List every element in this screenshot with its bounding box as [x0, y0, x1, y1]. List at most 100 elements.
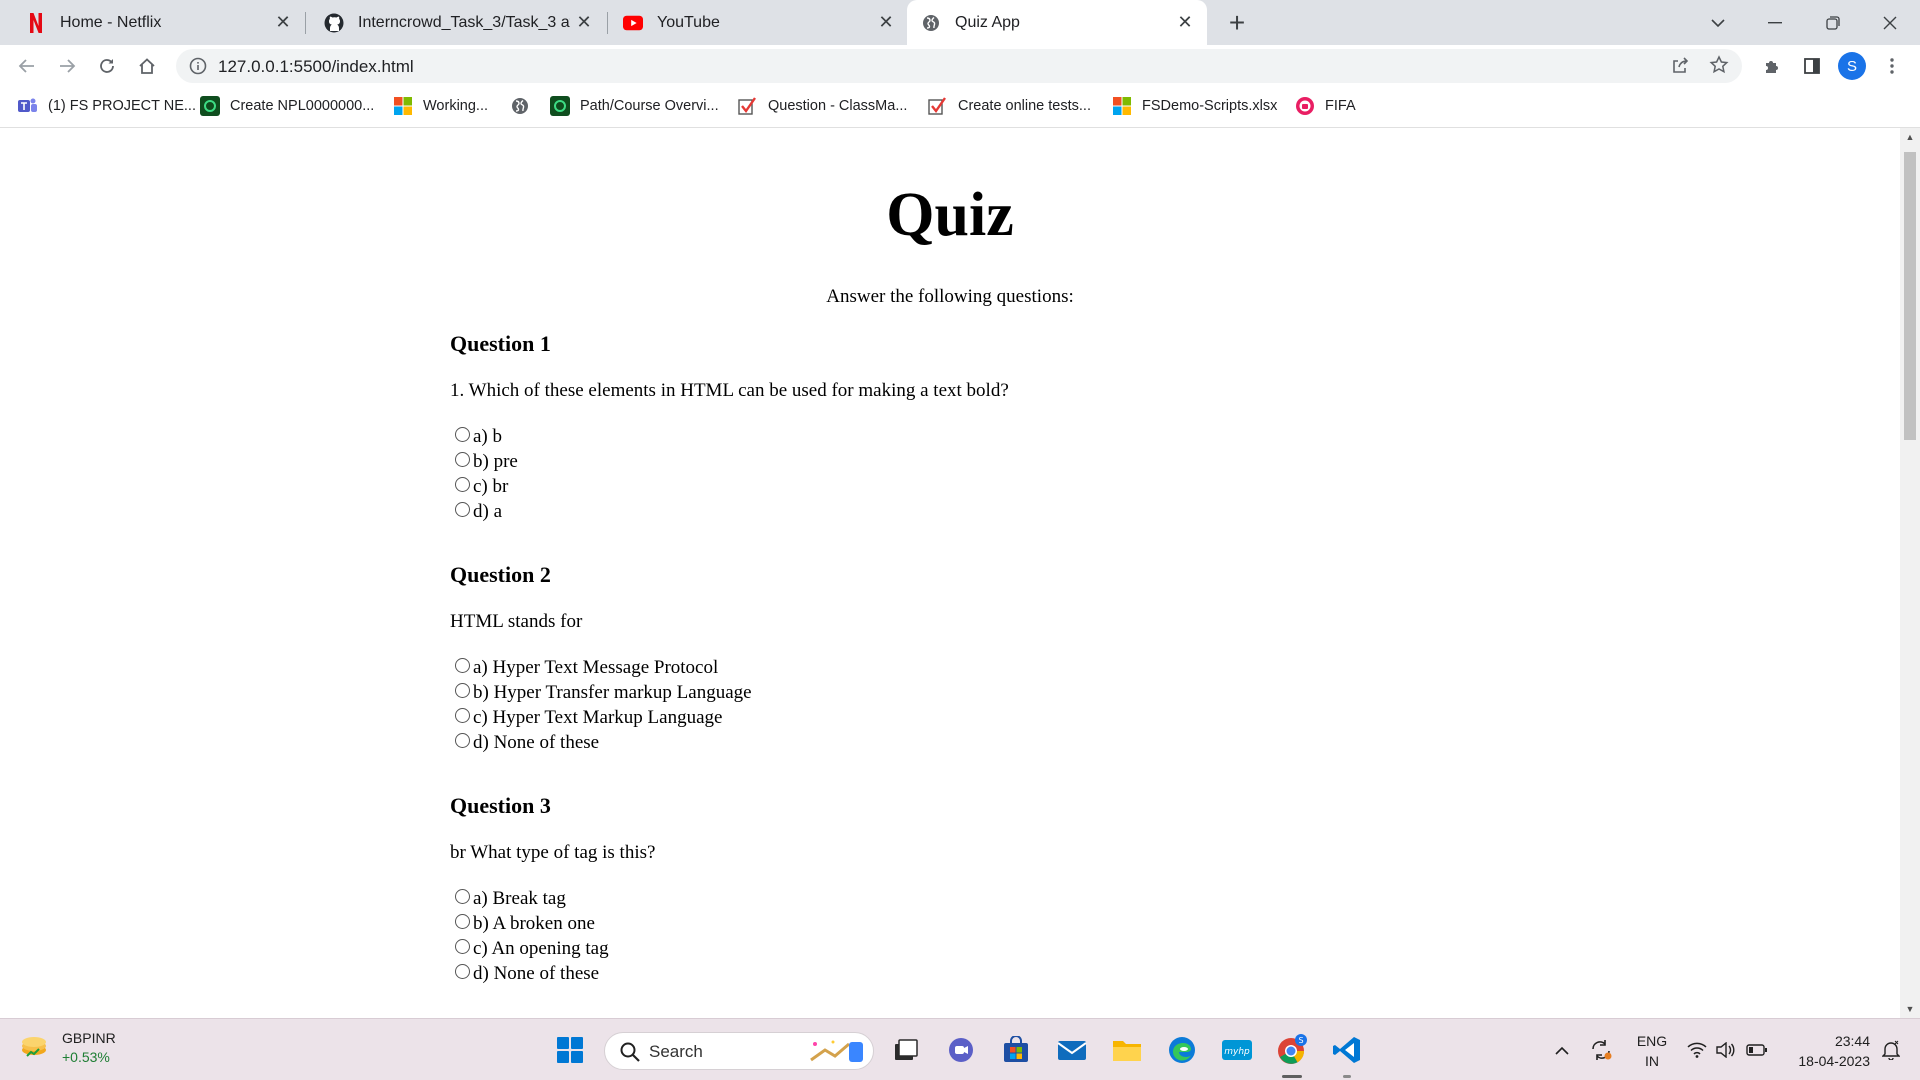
bookmark-label: FIFA	[1325, 98, 1356, 114]
bookmark-item[interactable]: Create online tests...	[928, 86, 1091, 126]
radio-button[interactable]	[455, 477, 470, 492]
bookmark-item[interactable]: Path/Course Overvi...	[550, 86, 719, 126]
taskbar-search-box[interactable]: Search	[604, 1032, 874, 1070]
question-heading: Question 1	[450, 331, 551, 356]
bookmark-item[interactable]: Question - ClassMa...	[738, 86, 907, 126]
svg-text:S: S	[1298, 1036, 1303, 1045]
site-info-icon[interactable]	[188, 56, 208, 76]
option-label: c) An opening tag	[473, 937, 609, 959]
tab-youtube[interactable]: YouTube ✕	[608, 0, 908, 45]
answer-option[interactable]: a) Hyper Text Message Protocol	[450, 655, 1350, 680]
mail-icon[interactable]	[1054, 1032, 1090, 1068]
radio-button[interactable]	[455, 708, 470, 723]
scrollbar-thumb[interactable]	[1904, 152, 1916, 440]
wifi-icon[interactable]	[1684, 1019, 1710, 1080]
back-arrow-icon[interactable]	[10, 49, 44, 83]
share-icon[interactable]	[1670, 56, 1690, 81]
option-label: d) None of these	[473, 962, 600, 984]
myhp-icon[interactable]: myhp	[1219, 1032, 1255, 1068]
radio-button[interactable]	[455, 964, 470, 979]
file-explorer-icon[interactable]	[1109, 1032, 1145, 1068]
reload-icon[interactable]	[90, 49, 124, 83]
question-heading: Question 3	[450, 793, 551, 818]
close-tab-icon[interactable]: ✕	[570, 9, 598, 37]
search-icon	[619, 1041, 641, 1063]
answer-option[interactable]: d) None of these	[450, 730, 1350, 755]
page-viewport: Quiz Answer the following questions: Que…	[0, 128, 1900, 1018]
answer-option[interactable]: b) Hyper Transfer markup Language	[450, 680, 1350, 705]
minimize-icon[interactable]	[1747, 0, 1803, 45]
profile-avatar[interactable]: S	[1838, 52, 1866, 80]
option-label: c) br	[473, 475, 509, 497]
answer-option[interactable]: b) pre	[450, 449, 1350, 474]
show-hidden-icons-chevron-icon[interactable]	[1550, 1019, 1574, 1080]
task-view-icon[interactable]	[888, 1032, 924, 1068]
answer-option[interactable]: a) b	[450, 424, 1350, 449]
system-clock[interactable]: 23:44 18-04-2023	[1780, 1031, 1870, 1071]
windows-start-icon[interactable]	[552, 1032, 588, 1068]
tab-quiz-app[interactable]: Quiz App ✕	[907, 0, 1207, 45]
home-icon[interactable]	[130, 49, 164, 83]
radio-button[interactable]	[455, 658, 470, 673]
url-text: 127.0.0.1:5500/index.html	[218, 57, 414, 76]
bookmark-item[interactable]: Working...	[393, 86, 488, 126]
bookmark-item[interactable]: FSDemo-Scripts.xlsx	[1112, 86, 1277, 126]
vscode-icon[interactable]	[1329, 1032, 1365, 1068]
microsoft-store-icon[interactable]	[998, 1032, 1034, 1068]
tab-search-chevron-icon[interactable]	[1690, 0, 1746, 45]
radio-button[interactable]	[455, 889, 470, 904]
search-highlight-icon	[805, 1036, 867, 1073]
tab-netflix[interactable]: Home - Netflix ✕	[0, 0, 305, 45]
svg-text:myhp: myhp	[1224, 1047, 1250, 1057]
close-tab-icon[interactable]: ✕	[1171, 9, 1199, 37]
sync-icon[interactable]	[1586, 1019, 1616, 1080]
scroll-up-arrow-icon[interactable]: ▲	[1900, 128, 1920, 146]
chat-icon[interactable]	[943, 1032, 979, 1068]
radio-button[interactable]	[455, 683, 470, 698]
radio-button[interactable]	[455, 914, 470, 929]
answer-option[interactable]: c) br	[450, 474, 1350, 499]
close-tab-icon[interactable]: ✕	[872, 9, 900, 37]
side-panel-icon[interactable]	[1795, 49, 1829, 83]
answer-option[interactable]: c) An opening tag	[450, 936, 1350, 961]
volume-icon[interactable]	[1712, 1019, 1738, 1080]
language-indicator[interactable]: ENG IN	[1632, 1031, 1672, 1071]
answer-option[interactable]: d) a	[450, 499, 1350, 524]
answer-option[interactable]: b) A broken one	[450, 911, 1350, 936]
green-app-icon	[550, 96, 570, 116]
scroll-down-arrow-icon[interactable]: ▼	[1900, 1000, 1920, 1018]
radio-button[interactable]	[455, 452, 470, 467]
page-scrollbar[interactable]: ▲ ▼	[1900, 128, 1920, 1018]
bookmarks-bar: (1) FS PROJECT NE... Create NPL0000000..…	[0, 86, 1920, 128]
answer-option[interactable]: c) Hyper Text Markup Language	[450, 705, 1350, 730]
bookmark-star-icon[interactable]	[1709, 55, 1729, 80]
chrome-icon[interactable]: S	[1274, 1032, 1310, 1068]
forward-arrow-icon[interactable]	[50, 49, 84, 83]
close-window-icon[interactable]	[1862, 0, 1918, 45]
bookmark-item[interactable]	[510, 86, 540, 126]
stock-widget[interactable]: GBPINR +0.53%	[18, 1029, 116, 1067]
widget-symbol: GBPINR	[62, 1030, 116, 1046]
tab-github[interactable]: Interncrowd_Task_3/Task_3 at ma ✕	[306, 0, 606, 45]
answer-options: a) Hyper Text Message Protocol b) Hyper …	[450, 655, 1350, 755]
address-bar[interactable]: 127.0.0.1:5500/index.html	[176, 49, 1742, 83]
microsoft-icon	[393, 96, 413, 116]
answer-option[interactable]: a) Break tag	[450, 886, 1350, 911]
radio-button[interactable]	[455, 939, 470, 954]
edge-browser-icon[interactable]	[1164, 1032, 1200, 1068]
more-menu-icon[interactable]	[1875, 49, 1909, 83]
radio-button[interactable]	[455, 427, 470, 442]
restore-icon[interactable]	[1805, 0, 1861, 45]
extensions-puzzle-icon[interactable]	[1755, 49, 1789, 83]
radio-button[interactable]	[455, 733, 470, 748]
close-tab-icon[interactable]: ✕	[269, 9, 297, 37]
radio-button[interactable]	[455, 502, 470, 517]
bookmark-item[interactable]: FIFA	[1295, 86, 1356, 126]
notification-bell-icon[interactable]	[1874, 1019, 1908, 1080]
bookmark-item[interactable]: Create NPL0000000...	[200, 86, 374, 126]
answer-option[interactable]: d) None of these	[450, 961, 1350, 986]
question-block-3: Question 3 br What type of tag is this? …	[450, 793, 1350, 986]
battery-icon[interactable]	[1742, 1019, 1772, 1080]
new-tab-button[interactable]: +	[1220, 6, 1254, 40]
bookmark-item[interactable]: (1) FS PROJECT NE...	[18, 86, 196, 126]
